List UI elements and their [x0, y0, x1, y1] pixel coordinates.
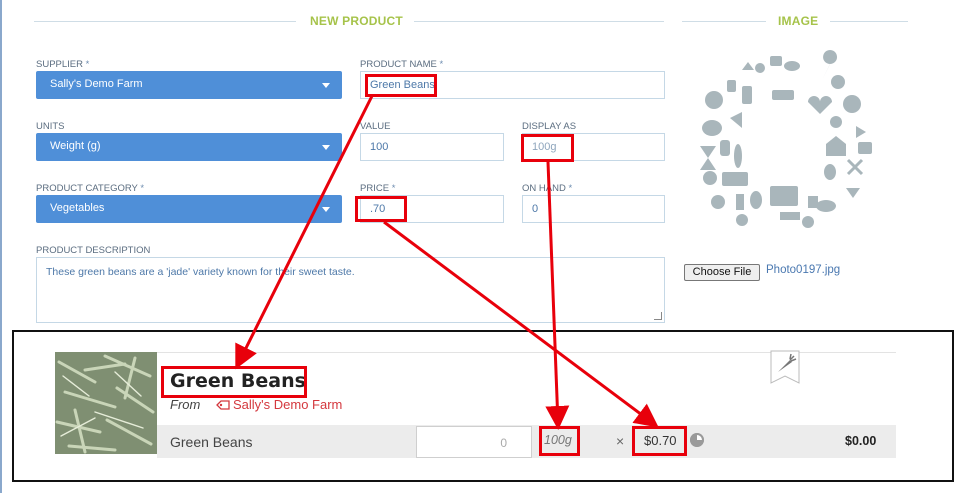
annotation-arrows — [235, 95, 659, 430]
arrow-display-to-preview — [545, 161, 570, 430]
arrow-name-to-preview — [235, 95, 374, 370]
arrow-price-to-preview — [383, 220, 659, 428]
